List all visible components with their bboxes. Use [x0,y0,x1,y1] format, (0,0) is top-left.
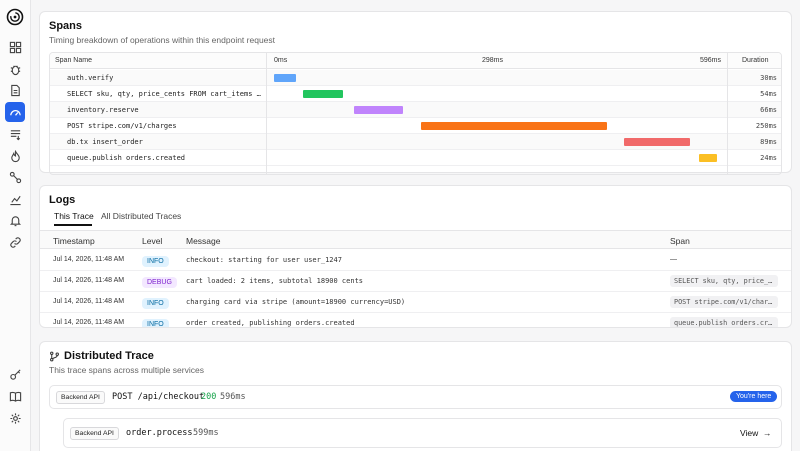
distributed-trace-subtitle: This trace spans across multiple service… [49,365,204,375]
col-timestamp: Timestamp [53,236,95,246]
child-duration: 599ms [193,428,219,438]
log-row[interactable]: Jul 14, 2026, 11:48 AM INFO checkout: star… [40,250,791,271]
span-duration: 30ms [760,74,777,82]
log-row[interactable]: Jul 14, 2026, 11:48 AM INFO charging card … [40,292,791,313]
span-row[interactable]: inventory.reserve 66ms [50,102,781,118]
log-timestamp: Jul 14, 2026, 11:48 AM [53,277,125,284]
col-span-name: Span Name [55,57,92,64]
log-span-chip[interactable]: POST stripe.com/v1/charg… [670,296,778,308]
span-name: POST stripe.com/v1/charges [67,122,177,130]
tab-all-distributed-traces[interactable]: All Distributed Traces [101,211,181,221]
list-icon[interactable] [5,124,25,144]
log-span-chip[interactable]: queue.publish orders.cre… [670,317,778,327]
span-duration: 66ms [760,106,777,114]
distributed-trace-title: Distributed Trace [64,350,154,362]
log-timestamp: Jul 14, 2026, 11:48 AM [53,319,125,326]
spans-title: Spans [49,20,83,32]
active-tab-indicator [54,224,92,226]
span-row[interactable]: queue.publish orders.created 24ms [50,150,781,166]
dashboard-icon[interactable] [5,37,25,57]
span-name: auth.verify [67,74,114,82]
span-timeline-bar[interactable] [698,154,717,162]
document-icon[interactable] [5,80,25,100]
root-duration: 596ms [220,392,246,402]
distributed-trace-card: Distributed Trace This trace spans acros… [39,341,792,451]
you-are-here-badge: You're here [730,391,778,402]
log-row[interactable]: Jul 14, 2026, 11:48 AM DEBUG cart loaded: … [40,271,791,292]
span-name: queue.publish orders.created [67,154,186,162]
log-span-chip[interactable]: SELECT sku, qty, price_c… [670,275,778,287]
chart-icon[interactable] [5,189,25,209]
span-row[interactable]: db.tx insert_order 89ms [50,134,781,150]
sidebar [0,0,31,451]
tick-mid: 298ms [482,57,504,64]
col-span: Span [670,236,690,246]
spans-table-header: Span Name 0ms 298ms 596ms Duration [50,53,781,69]
log-level-badge: INFO [142,319,169,327]
book-icon[interactable] [5,386,25,406]
service-tag: Backend API [56,391,105,404]
arrow-right-icon: → [760,428,772,438]
log-level-badge: DEBUG [142,277,177,288]
git-branch-icon [50,351,59,362]
trace-child-service[interactable]: Backend API order.process 599ms View → [63,418,782,448]
log-message: cart loaded: 2 items, subtotal 18900 cen… [186,277,364,285]
span-name: SELECT sku, qty, price_cents FROM cart_i… [67,90,262,98]
root-status-code: 200 [201,392,217,402]
spans-subtitle: Timing breakdown of operations within th… [49,35,276,45]
view-button[interactable]: View → [740,428,772,438]
log-level-badge: INFO [142,298,169,309]
gear-icon[interactable] [5,408,25,428]
log-timestamp: Jul 14, 2026, 11:48 AM [53,298,125,305]
log-timestamp: Jul 14, 2026, 11:48 AM [53,256,125,263]
span-duration: 89ms [760,138,777,146]
span-duration: 24ms [760,154,777,162]
gauge-icon[interactable] [5,102,25,122]
root-method-path: POST /api/checkout [112,392,205,402]
service-tag: Backend API [70,427,119,440]
logs-card: Logs This Trace All Distributed Traces T… [39,185,792,328]
col-duration: Duration [742,57,769,64]
link-icon[interactable] [5,232,25,252]
key-icon[interactable] [5,364,25,384]
span-duration: 250ms [755,122,777,130]
logs-title: Logs [49,194,76,206]
trace-root-service[interactable]: Backend API POST /api/checkout 200 596ms… [49,385,782,409]
col-level: Level [142,236,163,246]
span-row[interactable]: SELECT sku, qty, price_cents FROM cart_i… [50,86,781,102]
view-label: View [740,428,759,438]
span-timeline-bar[interactable] [420,122,607,130]
log-message: checkout: starting for user user_1247 [186,256,342,264]
span-timeline-bar[interactable] [274,74,297,82]
span-name: db.tx insert_order [67,138,143,146]
span-row[interactable]: POST stripe.com/v1/charges 250ms [50,118,781,134]
log-row[interactable]: Jul 14, 2026, 11:48 AM INFO order created,… [40,313,791,327]
span-name: inventory.reserve [67,106,139,114]
tab-this-trace[interactable]: This Trace [54,211,94,221]
spans-card: Spans Timing breakdown of operations wit… [39,11,792,175]
log-message: order created, publishing orders.created [186,319,355,327]
tick-end: 596ms [700,57,722,64]
bug-icon[interactable] [5,59,25,79]
child-operation: order.process [126,428,193,438]
span-timeline-bar[interactable] [353,106,403,114]
log-message: charging card via stripe (amount=18900 c… [186,298,406,306]
tick-start: 0ms [274,57,288,64]
log-level-badge: INFO [142,256,169,267]
col-message: Message [186,236,221,246]
nodes-icon[interactable] [5,167,25,187]
app-logo-icon[interactable] [6,8,24,26]
log-span-empty: — [670,256,677,263]
flame-icon[interactable] [5,146,25,166]
span-row[interactable]: auth.verify 30ms [50,70,781,86]
span-timeline-bar[interactable] [303,90,344,98]
span-timeline-bar[interactable] [624,138,691,146]
span-duration: 54ms [760,90,777,98]
logs-table-header: Timestamp Level Message Span [40,230,791,249]
bell-icon[interactable] [5,210,25,230]
spans-table: Span Name 0ms 298ms 596ms Duration auth.… [49,52,782,175]
